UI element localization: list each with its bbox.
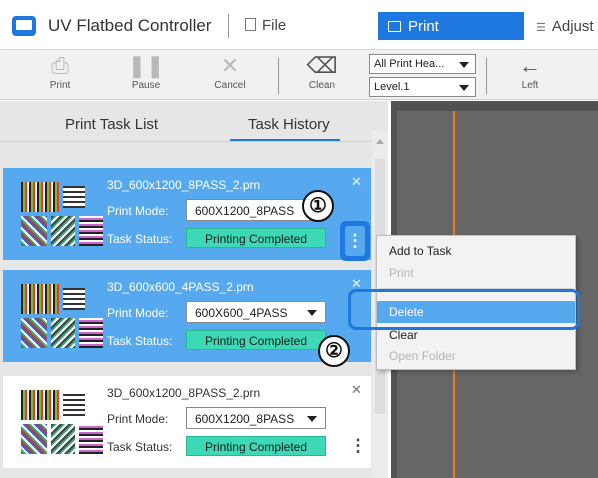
active-tab-indicator (230, 139, 340, 141)
delete-highlight-frame (348, 289, 580, 330)
chevron-down-icon (307, 310, 317, 316)
printer-icon: ⎙ (51, 53, 69, 78)
status-badge: Printing Completed (186, 436, 326, 456)
print-head-select-value: All Print Hea... (374, 58, 445, 70)
task-card[interactable]: 3D_600x1200_8PASS_2.prn Print Mode: 600X… (3, 376, 371, 468)
tab-print-label: Print (408, 18, 439, 35)
print-mode-value: 600X600_4PASS (195, 306, 288, 320)
tab-divider (0, 141, 373, 142)
tab-adjust[interactable]: ☰ Adjust (536, 18, 594, 35)
title-bar: UV Flatbed Controller File Print ☰ Adjust (0, 0, 598, 50)
level-select[interactable]: Level.1 (369, 77, 476, 97)
pause-icon: ❚❚ (127, 53, 165, 78)
level-select-value: Level.1 (374, 81, 410, 93)
menu-item-add-to-task[interactable]: Add to Task (377, 240, 575, 262)
chevron-down-icon (459, 85, 469, 91)
print-mode-value: 600X1200_8PASS (195, 204, 295, 218)
left-button[interactable]: ← Left (500, 52, 560, 98)
print-mode-label: Print Mode: (107, 412, 169, 426)
title-divider (228, 14, 229, 38)
task-status-label: Task Status: (107, 232, 173, 246)
status-badge: Printing Completed (186, 330, 326, 350)
scroll-up-icon[interactable] (376, 139, 384, 144)
task-file-name: 3D_600x1200_8PASS_2.prn (107, 178, 261, 192)
print-mode-select[interactable]: 600X1200_8PASS (186, 407, 326, 429)
task-status-label: Task Status: (107, 440, 173, 454)
toolbar-divider (486, 58, 487, 94)
status-badge: Printing Completed (186, 228, 326, 248)
more-options-icon: ⋮ (345, 226, 365, 256)
print-thumbnail (21, 182, 103, 246)
clean-icon: ⌫ (306, 53, 338, 78)
print-button-label: Print (49, 80, 71, 91)
file-icon (245, 18, 256, 31)
clean-button[interactable]: ⌫ Clean (292, 52, 352, 98)
more-options-button-highlighted[interactable]: ⋮ (340, 221, 370, 261)
tab-print-task-list[interactable]: Print Task List (65, 116, 158, 133)
tab-task-history[interactable]: Task History (248, 116, 330, 133)
file-menu-label: File (262, 17, 287, 34)
close-icon[interactable]: ✕ (351, 174, 362, 190)
callout-two: ② (318, 335, 350, 367)
print-thumbnail (21, 390, 103, 454)
print-head-select[interactable]: All Print Hea... (369, 54, 476, 74)
task-status-label: Task Status: (107, 334, 173, 348)
chevron-down-icon (307, 416, 317, 422)
print-button[interactable]: ⎙ Print (30, 52, 90, 98)
app-title: UV Flatbed Controller (48, 16, 212, 35)
task-card[interactable]: 3D_600x600_4PASS_2.prn Print Mode: 600X6… (3, 270, 371, 362)
adjust-icon: ☰ (536, 22, 546, 34)
print-mode-label: Print Mode: (107, 204, 169, 218)
print-mode-value: 600X1200_8PASS (195, 412, 295, 426)
more-options-icon[interactable]: ⋮ (348, 433, 368, 459)
app-monitor-icon (12, 16, 36, 36)
tab-print[interactable]: Print (378, 12, 524, 40)
print-thumbnail (21, 284, 103, 348)
pause-button[interactable]: ❚❚ Pause (116, 52, 176, 98)
printer-icon (388, 21, 401, 32)
menu-item-print: Print (389, 266, 414, 280)
toolbar: ⎙ Print ❚❚ Pause ✕ Cancel ⌫ Clean All Pr… (0, 50, 598, 100)
tab-adjust-label: Adjust (551, 18, 594, 35)
toolbar-divider (278, 58, 279, 94)
chevron-down-icon (459, 62, 469, 68)
close-icon[interactable]: ✕ (351, 382, 362, 398)
close-icon: ✕ (220, 53, 240, 78)
cancel-button[interactable]: ✕ Cancel (200, 52, 260, 98)
callout-one: ① (302, 190, 334, 222)
arrow-left-icon: ← (519, 53, 541, 78)
menu-item-open-folder: Open Folder (389, 349, 456, 363)
pause-button-label: Pause (131, 80, 161, 91)
file-menu[interactable]: File (245, 17, 286, 34)
cancel-button-label: Cancel (214, 80, 246, 91)
task-panel: Print Task List Task History 3D_600x1200… (0, 101, 388, 478)
left-button-label: Left (521, 80, 539, 91)
task-file-name: 3D_600x1200_8PASS_2.prn (107, 386, 261, 400)
print-mode-label: Print Mode: (107, 306, 169, 320)
clean-button-label: Clean (308, 80, 336, 91)
print-mode-select[interactable]: 600X600_4PASS (186, 301, 326, 323)
task-file-name: 3D_600x600_4PASS_2.prn (107, 280, 254, 294)
